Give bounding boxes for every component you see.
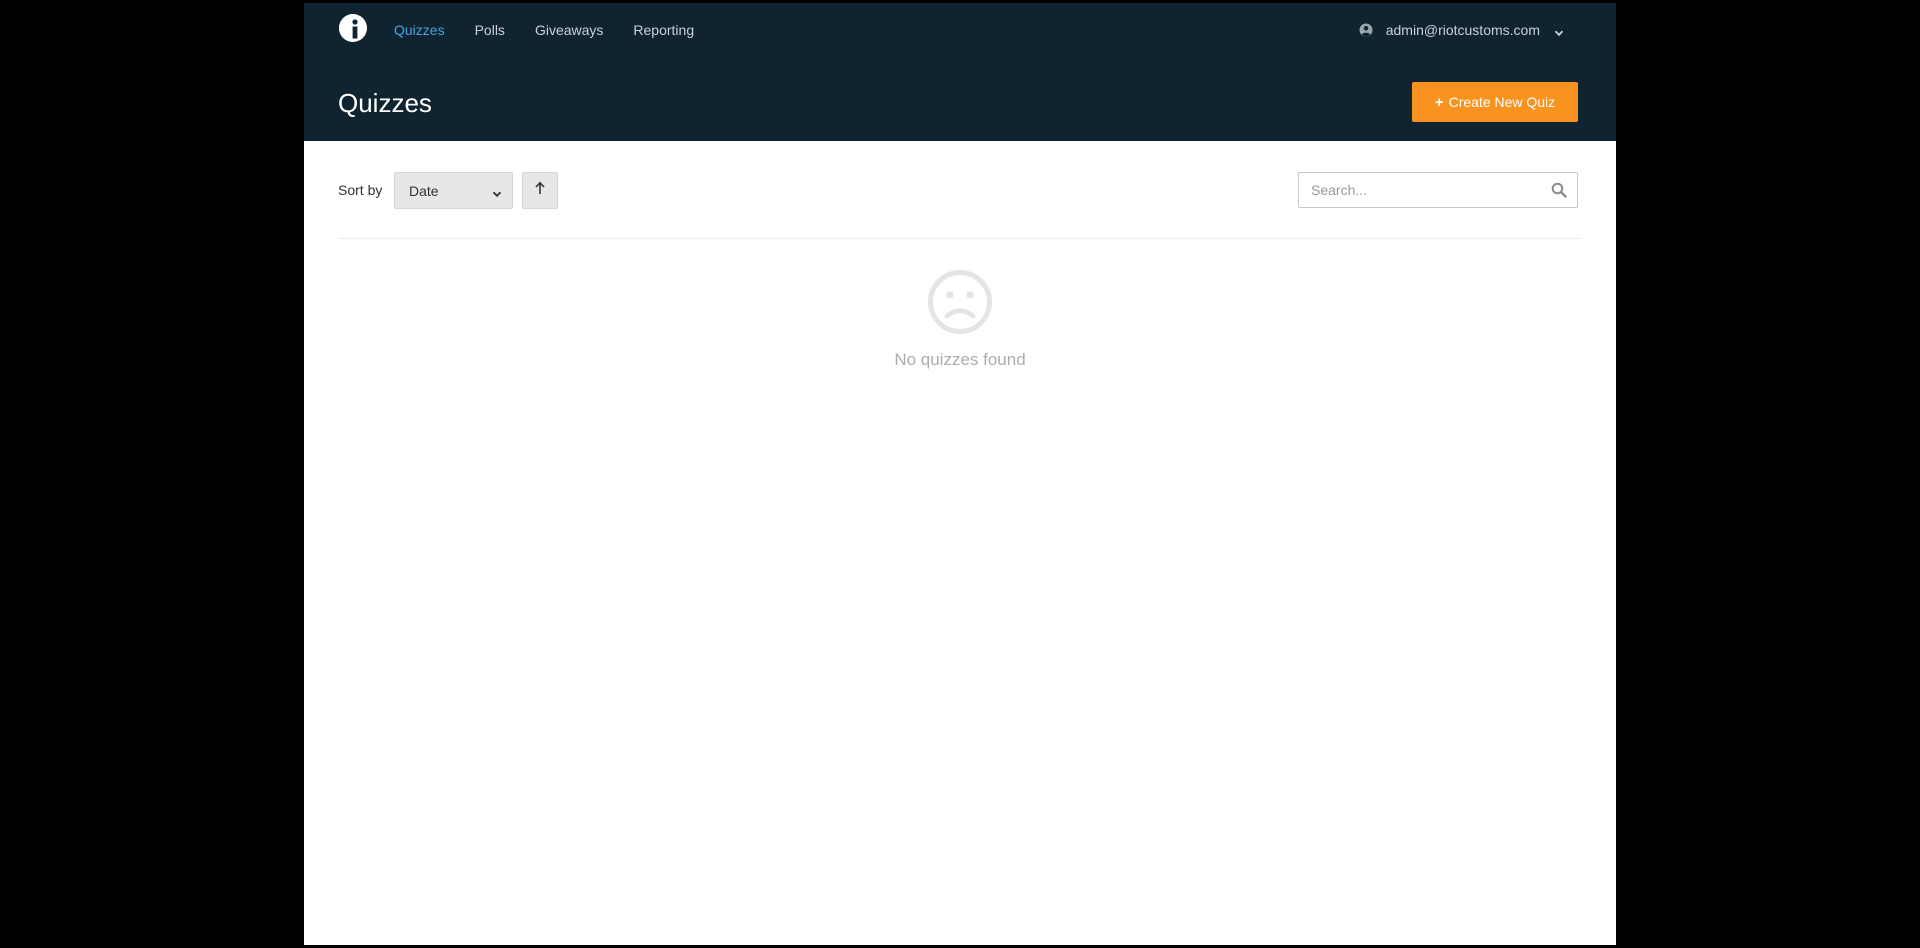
- sort-direction-button[interactable]: [522, 172, 558, 209]
- user-circle-icon: [1359, 23, 1373, 37]
- main-nav: Quizzes Polls Giveaways Reporting: [394, 20, 724, 40]
- nav-quizzes[interactable]: Quizzes: [394, 20, 445, 40]
- header: Quizzes Polls Giveaways Reporting admin@…: [304, 3, 1616, 141]
- app-frame: Quizzes Polls Giveaways Reporting admin@…: [304, 3, 1616, 945]
- chevron-down-icon: [492, 186, 502, 198]
- sort-select-value: Date: [409, 182, 439, 199]
- search-box: [1298, 172, 1578, 208]
- nav-reporting[interactable]: Reporting: [633, 20, 694, 40]
- nav-polls[interactable]: Polls: [475, 20, 505, 40]
- toolbar: Sort by Date: [338, 172, 1578, 210]
- sad-face-icon: [927, 269, 993, 335]
- sort-select[interactable]: Date: [394, 172, 513, 209]
- arrow-up-icon: [534, 181, 546, 200]
- sort-label: Sort by: [338, 182, 383, 198]
- search-icon[interactable]: [1551, 182, 1567, 198]
- chevron-down-icon: [1554, 25, 1564, 37]
- page-title: Quizzes: [338, 88, 432, 118]
- plus-icon: +: [1434, 93, 1444, 111]
- divider: [338, 238, 1580, 239]
- empty-state-message: No quizzes found: [894, 350, 1026, 369]
- create-new-quiz-button[interactable]: + Create New Quiz: [1412, 82, 1578, 122]
- logo-icon[interactable]: [338, 13, 370, 47]
- search-input[interactable]: [1309, 173, 1543, 207]
- create-button-label: Create New Quiz: [1448, 94, 1556, 110]
- nav-giveaways[interactable]: Giveaways: [535, 20, 603, 40]
- user-email: admin@riotcustoms.com: [1385, 22, 1540, 38]
- empty-state: No quizzes found: [304, 269, 1616, 371]
- user-menu[interactable]: admin@riotcustoms.com: [1359, 22, 1564, 38]
